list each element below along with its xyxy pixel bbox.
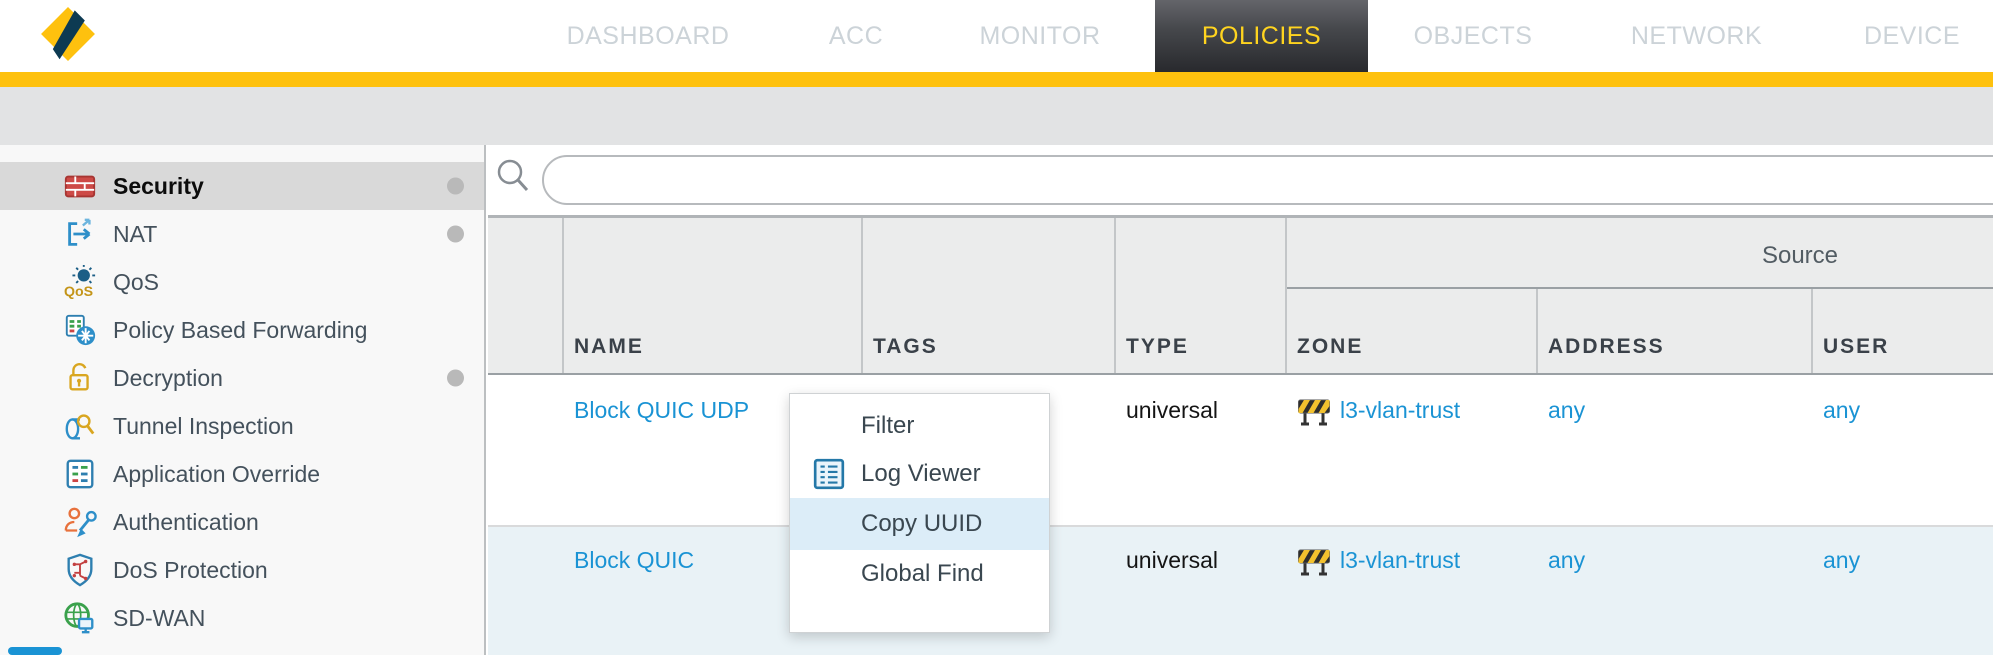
user-link[interactable]: any [1823,397,1860,424]
rule-count-dot [447,226,464,243]
dos-protection-icon [62,552,98,588]
context-menu-item-copy-uuid[interactable]: Copy UUID [790,498,1049,550]
rule-type-value: universal [1126,547,1218,574]
sidebar-item-label: Authentication [113,509,259,536]
search-pill [542,155,1993,205]
log-viewer-icon [812,457,846,491]
column-header-user[interactable]: USER [1823,335,1889,359]
sidebar-item-label: NAT [113,221,157,248]
qos-icon: QoS [62,264,98,300]
tab-dashboard[interactable]: DASHBOARD [553,0,743,72]
sidebar-item-label: QoS [113,269,159,296]
security-icon [62,168,98,204]
address-link[interactable]: any [1548,397,1585,424]
policies-table-panel: Source NAME TAGS TYPE ZONE ADDRESS USER … [488,145,1993,655]
menu-item-label: Copy UUID [861,510,982,538]
sidebar-item-label: Application Override [113,461,320,488]
nat-icon [62,216,98,252]
tab-acc[interactable]: ACC [816,0,896,72]
authentication-icon [62,504,98,540]
rule-name-link[interactable]: Block QUIC UDP [574,397,749,424]
search-icon [494,157,534,197]
rule-name-link[interactable]: Block QUIC [574,547,694,574]
sidebar-item-label: Security [113,173,204,200]
policies-sidebar: Security NAT QoS QoS [0,145,486,655]
search-row [488,145,1993,215]
column-divider [1811,289,1813,375]
top-nav-bar: PA-220 DASHBOARD ACC MONITOR POLICIES OB… [0,0,1993,72]
context-menu-item-log-viewer[interactable]: Log Viewer [790,450,1049,498]
tab-monitor[interactable]: MONITOR [960,0,1120,72]
pan-logo-icon [36,5,100,63]
menu-item-label: Global Find [861,560,984,588]
sidebar-item-policy-based-forwarding[interactable]: Policy Based Forwarding [0,306,484,354]
brand: PA-220 [36,0,259,72]
menu-item-label: Filter [861,412,914,440]
sidebar-horizontal-scrollbar-thumb[interactable] [8,647,62,655]
rule-count-dot [447,178,464,195]
sidebar-item-label: DoS Protection [113,557,268,584]
address-link[interactable]: any [1548,547,1585,574]
search-input[interactable] [566,161,1983,199]
sidebar-item-label: Policy Based Forwarding [113,317,367,344]
source-group-divider [1285,287,1993,289]
context-menu-item-filter[interactable]: Filter [790,402,1049,450]
column-divider [1285,218,1287,375]
zone-barrier-icon [1297,395,1331,427]
table-row[interactable]: Block QUIC universal l3-vlan-trust any a… [488,527,1993,655]
sidebar-item-tunnel-inspection[interactable]: Tunnel Inspection [0,402,484,450]
context-menu: Filter Log Viewer Copy UUID Global Find [789,393,1050,633]
sidebar-item-decryption[interactable]: Decryption [0,354,484,402]
application-override-icon [62,456,98,492]
sd-wan-icon [62,600,98,636]
column-divider [1536,289,1538,375]
zone-link[interactable]: l3-vlan-trust [1340,397,1460,424]
context-menu-item-global-find[interactable]: Global Find [790,550,1049,598]
table-header: Source NAME TAGS TYPE ZONE ADDRESS USER [488,215,1993,375]
tab-policies[interactable]: POLICIES [1155,0,1368,72]
policy-based-forwarding-icon [62,312,98,348]
sidebar-item-qos[interactable]: QoS QoS [0,258,484,306]
decryption-icon [62,360,98,396]
source-group-header: Source [1740,242,1860,270]
sidebar-item-nat[interactable]: NAT [0,210,484,258]
sidebar-item-dos-protection[interactable]: DoS Protection [0,546,484,594]
zone-barrier-icon [1297,545,1331,577]
sidebar-item-label: SD-WAN [113,605,205,632]
toolbar-band [0,87,1993,145]
table-row[interactable]: Block QUIC UDP universal l3-vlan-trust a… [488,375,1993,527]
menu-item-label: Log Viewer [861,460,981,488]
rule-type-value: universal [1126,397,1218,424]
tunnel-inspection-icon [62,408,98,444]
sidebar-item-security[interactable]: Security [0,162,484,210]
column-divider [562,218,564,375]
sidebar-item-label: Decryption [113,365,223,392]
user-link[interactable]: any [1823,547,1860,574]
column-header-address[interactable]: ADDRESS [1548,335,1665,359]
svg-text:QoS: QoS [64,284,93,299]
sidebar-item-application-override[interactable]: Application Override [0,450,484,498]
column-divider [861,218,863,375]
sidebar-item-authentication[interactable]: Authentication [0,498,484,546]
tab-device[interactable]: DEVICE [1847,0,1977,72]
column-header-type[interactable]: TYPE [1126,335,1189,359]
tab-network[interactable]: NETWORK [1610,0,1783,72]
sidebar-item-sd-wan[interactable]: SD-WAN [0,594,484,642]
zone-link[interactable]: l3-vlan-trust [1340,547,1460,574]
tab-objects[interactable]: OBJECTS [1398,0,1548,72]
column-header-name[interactable]: NAME [574,335,644,359]
column-header-tags[interactable]: TAGS [873,335,938,359]
accent-bar [0,72,1993,87]
sidebar-item-label: Tunnel Inspection [113,413,294,440]
rule-count-dot [447,370,464,387]
column-header-zone[interactable]: ZONE [1297,335,1363,359]
column-divider [1114,218,1116,375]
device-model-title: PA-220 [114,10,259,58]
